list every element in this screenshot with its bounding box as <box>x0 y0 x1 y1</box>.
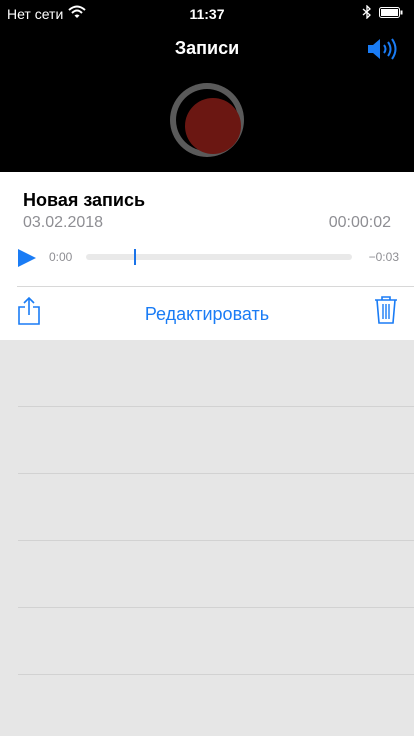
record-button[interactable] <box>170 83 244 157</box>
recording-card[interactable]: Новая запись 03.02.2018 00:00:02 0:00 −0… <box>0 172 414 340</box>
header-area: Нет сети 11:37 Записи <box>0 0 414 172</box>
list-separator <box>18 406 414 407</box>
battery-icon <box>379 7 403 18</box>
trash-icon[interactable] <box>374 295 398 325</box>
list-separator <box>18 473 414 474</box>
scrubber-thumb[interactable] <box>133 249 136 265</box>
clock: 11:37 <box>189 6 225 22</box>
play-icon[interactable] <box>17 248 37 268</box>
record-ring <box>176 89 241 154</box>
list-separator <box>18 540 414 541</box>
status-bar: Нет сети 11:37 <box>0 0 414 26</box>
bluetooth-icon <box>362 5 371 19</box>
list-separator <box>18 674 414 675</box>
playback-scrubber[interactable] <box>86 249 352 265</box>
record-icon <box>185 98 241 154</box>
current-time: 0:00 <box>49 250 73 264</box>
list-separator <box>18 607 414 608</box>
page-title: Записи <box>174 38 240 58</box>
divider <box>17 286 414 287</box>
recording-date: 03.02.2018 <box>23 214 104 231</box>
edit-label-container: Редактировать <box>0 304 414 325</box>
speaker-icon[interactable] <box>366 36 398 62</box>
remaining-time: −0:03 <box>368 250 399 264</box>
edit-button[interactable]: Редактировать <box>145 304 269 324</box>
recording-duration: 00:00:02 <box>328 214 391 231</box>
recording-title: Новая запись <box>23 190 146 210</box>
